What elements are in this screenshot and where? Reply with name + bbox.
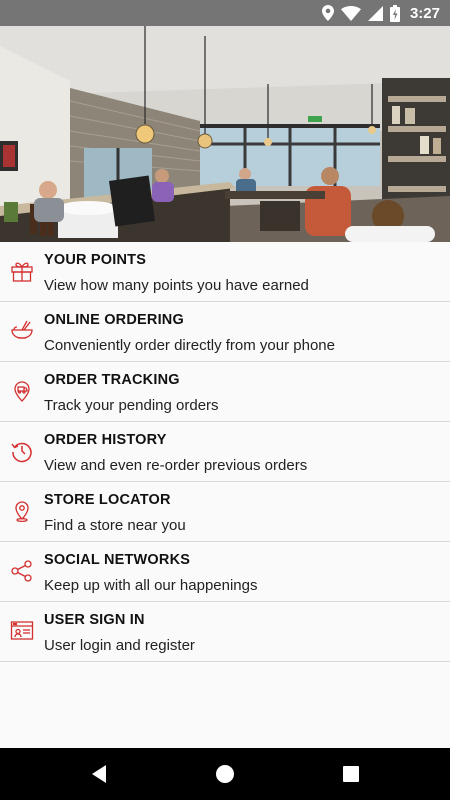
menu-item-subtitle: Conveniently order directly from your ph… xyxy=(44,337,335,354)
status-icons: 3:27 xyxy=(321,0,440,26)
history-icon xyxy=(10,439,34,463)
menu-item-user-sign-in[interactable]: USER SIGN IN User login and register xyxy=(0,602,450,662)
menu-item-title: STORE LOCATOR xyxy=(44,492,171,508)
menu-item-your-points[interactable]: YOUR POINTS View how many points you hav… xyxy=(0,242,450,302)
location-pin-icon xyxy=(10,499,34,523)
main-menu: YOUR POINTS View how many points you hav… xyxy=(0,242,450,662)
battery-icon xyxy=(389,4,400,22)
gift-icon xyxy=(10,259,34,283)
status-bar: 3:27 xyxy=(0,0,450,26)
menu-item-store-locator[interactable]: STORE LOCATOR Find a store near you xyxy=(0,482,450,542)
menu-item-social-networks[interactable]: SOCIAL NETWORKS Keep up with all our hap… xyxy=(0,542,450,602)
menu-item-subtitle: View how many points you have earned xyxy=(44,277,309,294)
location-icon xyxy=(321,5,334,21)
menu-item-online-ordering[interactable]: ONLINE ORDERING Conveniently order direc… xyxy=(0,302,450,362)
menu-item-title: YOUR POINTS xyxy=(44,252,147,268)
map-pin-icon xyxy=(10,379,34,403)
system-nav-bar xyxy=(0,748,450,800)
menu-item-subtitle: Keep up with all our happenings xyxy=(44,577,258,594)
menu-item-title: SOCIAL NETWORKS xyxy=(44,552,191,568)
menu-item-subtitle: User login and register xyxy=(44,637,195,654)
hero-image xyxy=(0,26,450,242)
menu-item-order-tracking[interactable]: ORDER TRACKING Track your pending orders xyxy=(0,362,450,422)
signal-icon xyxy=(367,5,383,21)
menu-item-title: ORDER HISTORY xyxy=(44,432,167,448)
menu-item-order-history[interactable]: ORDER HISTORY View and even re-order pre… xyxy=(0,422,450,482)
menu-item-title: USER SIGN IN xyxy=(44,612,145,628)
home-icon[interactable] xyxy=(212,762,238,786)
login-icon xyxy=(10,619,34,643)
menu-item-subtitle: Track your pending orders xyxy=(44,397,219,414)
menu-item-subtitle: Find a store near you xyxy=(44,517,186,534)
recent-apps-icon[interactable] xyxy=(338,762,364,786)
menu-item-subtitle: View and even re-order previous orders xyxy=(44,457,308,474)
menu-item-title: ONLINE ORDERING xyxy=(44,312,184,328)
back-icon[interactable] xyxy=(86,762,112,786)
share-icon xyxy=(10,559,34,583)
menu-item-title: ORDER TRACKING xyxy=(44,372,180,388)
status-time: 3:27 xyxy=(409,4,440,22)
wifi-icon xyxy=(340,5,361,21)
bowl-icon xyxy=(10,319,34,343)
